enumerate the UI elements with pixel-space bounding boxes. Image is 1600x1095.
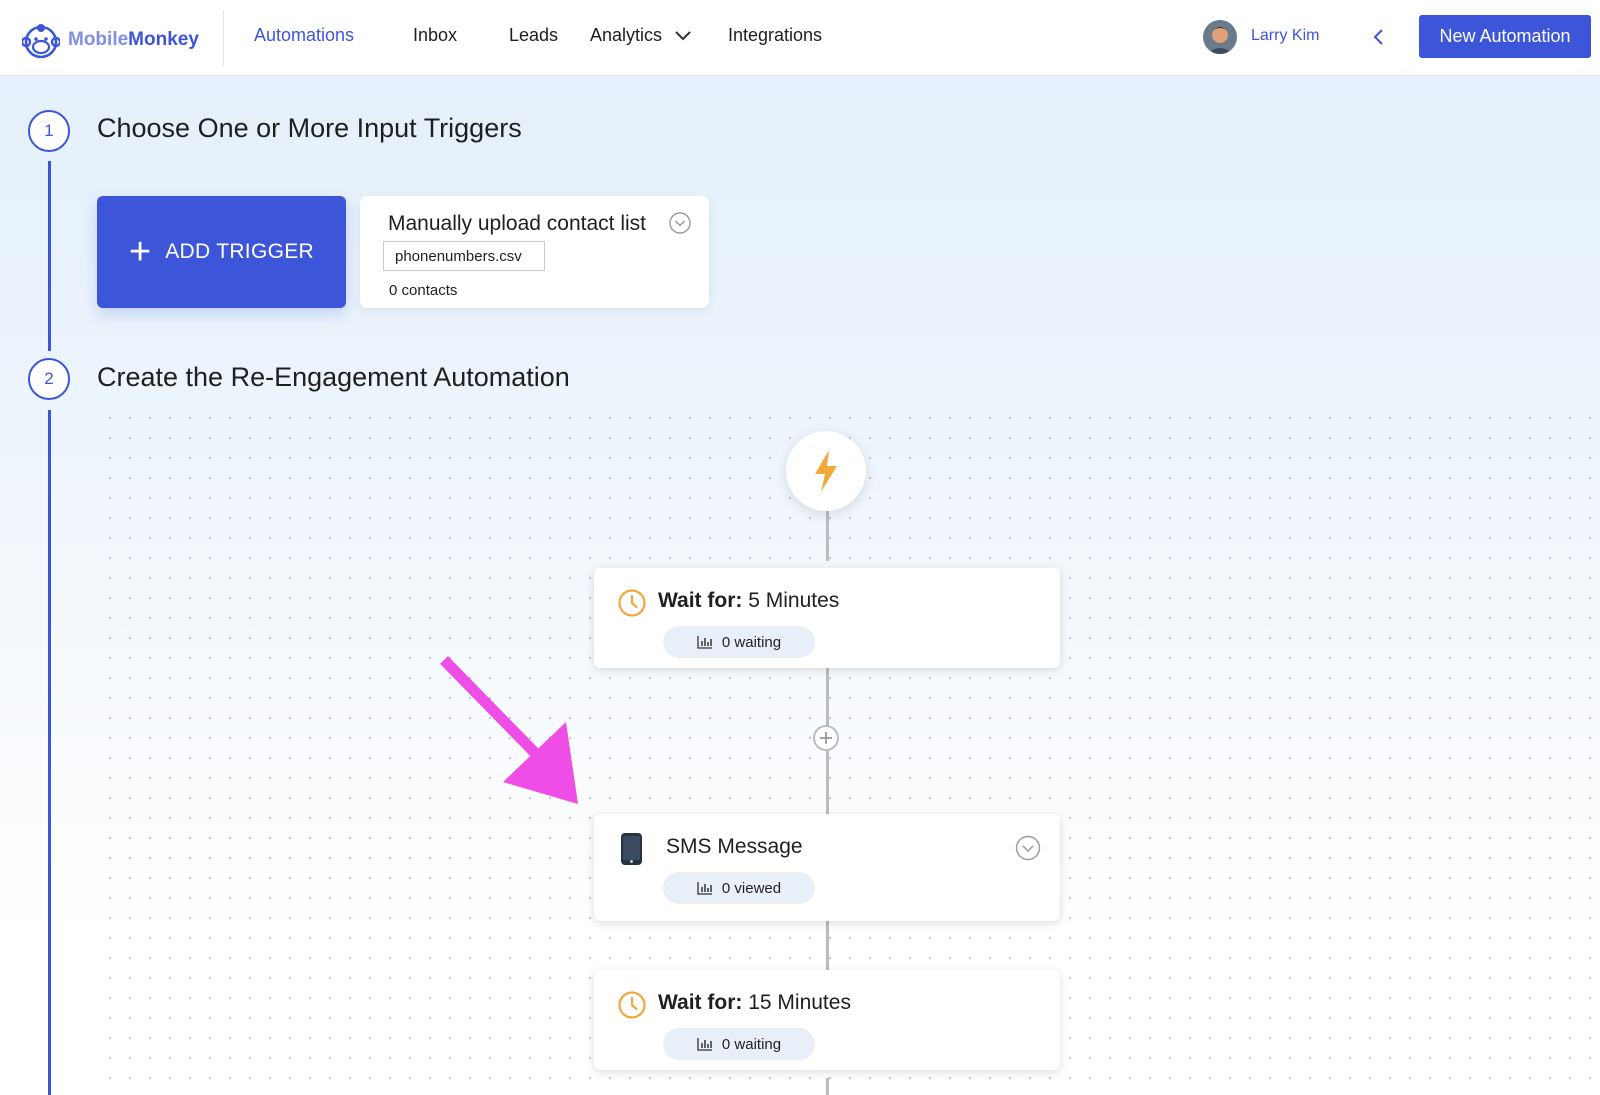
step-1-title: Choose One or More Input Triggers <box>97 113 522 143</box>
user-avatar[interactable] <box>1203 20 1237 54</box>
step-2-title: Create the Re-Engagement Automation <box>97 362 570 392</box>
new-automation-button[interactable]: New Automation <box>1419 15 1591 58</box>
bar-chart-icon <box>697 1038 712 1051</box>
step-connector-line <box>48 410 51 1095</box>
trigger-title: Manually upload contact list <box>388 212 646 235</box>
bar-chart-icon <box>697 636 712 649</box>
nav-inbox[interactable]: Inbox <box>413 25 457 46</box>
sms-message-node[interactable]: SMS Message 0 viewed <box>594 814 1060 921</box>
contacts-count: 0 contacts <box>389 282 458 299</box>
lightning-bolt-icon <box>815 450 837 492</box>
nav-automations[interactable]: Automations <box>254 25 354 46</box>
nav-divider <box>223 10 224 66</box>
node-title: SMS Message <box>666 835 803 858</box>
step-2-number: 2 <box>28 358 70 400</box>
bar-chart-icon <box>697 882 712 895</box>
stat-text: 0 viewed <box>721 879 782 897</box>
clock-icon <box>618 991 646 1019</box>
stat-text: 0 waiting <box>721 1035 782 1053</box>
node-title: Wait for: 15 Minutes <box>658 991 851 1014</box>
chevron-down-circle-icon[interactable] <box>669 212 691 234</box>
collapse-button[interactable] <box>1368 24 1388 50</box>
user-name[interactable]: Larry Kim <box>1251 27 1319 45</box>
chevron-down-icon <box>675 30 691 40</box>
stat-pill[interactable]: 0 viewed <box>663 872 815 904</box>
add-trigger-button[interactable]: + ADD TRIGGER <box>97 196 346 308</box>
add-trigger-label: ADD TRIGGER <box>165 240 314 263</box>
wait-node[interactable]: Wait for: 15 Minutes 0 waiting <box>594 970 1060 1070</box>
chevron-down-circle-icon[interactable] <box>1015 835 1041 861</box>
nav-integrations[interactable]: Integrations <box>728 25 822 46</box>
phone-icon <box>621 833 642 865</box>
trigger-card[interactable]: Manually upload contact list phonenumber… <box>360 196 709 308</box>
monkey-icon <box>22 24 60 59</box>
step-1-number: 1 <box>28 110 70 152</box>
clock-icon <box>618 589 646 617</box>
mobilemonkey-logo[interactable]: MobileMonkey <box>22 20 199 60</box>
wait-node[interactable]: Wait for: 5 Minutes 0 waiting <box>594 568 1060 668</box>
file-name-chip[interactable]: phonenumbers.csv <box>383 241 545 271</box>
logo-text: MobileMonkey <box>68 29 199 50</box>
nav-analytics[interactable]: Analytics <box>590 25 692 46</box>
flow-connector <box>826 921 829 971</box>
top-navbar: MobileMonkey Automations Inbox Leads Ana… <box>0 0 1600 76</box>
flow-connector <box>826 511 829 561</box>
stat-text: 0 waiting <box>721 633 782 651</box>
stat-pill[interactable]: 0 waiting <box>663 626 815 658</box>
node-title: Wait for: 5 Minutes <box>658 589 840 612</box>
plus-icon: + <box>129 231 152 273</box>
annotation-arrow-icon <box>440 656 578 804</box>
nav-analytics-label: Analytics <box>590 25 663 45</box>
stat-pill[interactable]: 0 waiting <box>663 1028 815 1060</box>
flow-connector <box>826 1078 829 1095</box>
trigger-start-node[interactable] <box>786 431 866 511</box>
add-step-button[interactable] <box>813 725 839 751</box>
step-connector-line <box>48 161 51 351</box>
plus-icon <box>820 732 832 744</box>
nav-leads[interactable]: Leads <box>509 25 558 46</box>
chevron-left-icon <box>1373 29 1383 45</box>
